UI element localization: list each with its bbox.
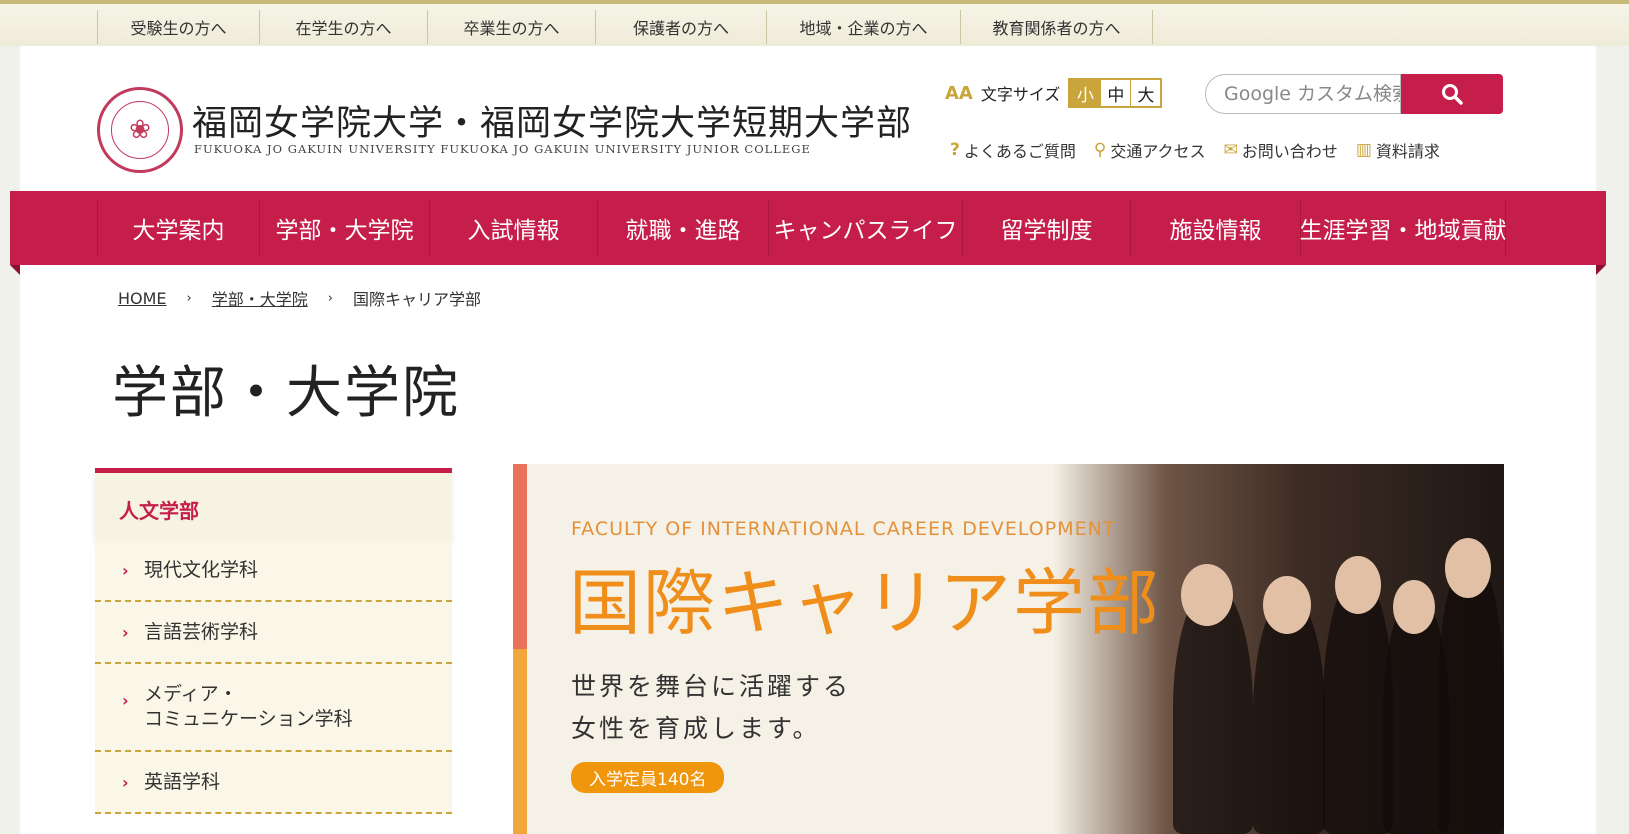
sidebar-item-label: 現代文化学科: [144, 558, 259, 581]
chevron-right-icon: ›: [122, 560, 129, 580]
chevron-right-icon: ›: [186, 290, 192, 306]
site-subtitle: FUKUOKA JO GAKUIN UNIVERSITY FUKUOKA JO …: [194, 142, 811, 156]
site-search: [1205, 74, 1507, 114]
font-size-small-button[interactable]: 小: [1070, 80, 1101, 106]
audience-bar: 受験生の方へ 在学生の方へ 卒業生の方へ 保護者の方へ 地域・企業の方へ 教育関…: [0, 0, 1629, 46]
faq-link[interactable]: ? よくあるご質問: [950, 138, 1076, 162]
nav-item-study-abroad[interactable]: 留学制度: [962, 200, 1130, 256]
audience-link-label: 在学生の方へ: [295, 19, 392, 38]
chevron-right-icon: ›: [122, 622, 129, 642]
audience-link-label: 卒業生の方へ: [463, 19, 560, 38]
search-input[interactable]: [1205, 74, 1401, 114]
sidebar-item-language-arts[interactable]: › 言語芸術学科: [95, 602, 452, 664]
faculty-lead-text: 世界を舞台に活躍する 女性を育成します。: [571, 666, 851, 750]
nav-item-label: 入試情報: [467, 218, 560, 244]
nav-item-campus-life[interactable]: キャンパスライフ: [768, 200, 962, 256]
audience-link-community[interactable]: 地域・企業の方へ: [766, 10, 960, 44]
audience-link-educators[interactable]: 教育関係者の方へ: [960, 10, 1153, 44]
sidebar-heading[interactable]: 人文学部: [95, 468, 452, 540]
nav-item-about[interactable]: 大学案内: [97, 200, 259, 256]
contact-link[interactable]: ✉ お問い合わせ: [1224, 138, 1338, 162]
faculty-hero-banner: FACULTY OF INTERNATIONAL CAREER DEVELOPM…: [513, 464, 1504, 834]
audience-nav: 受験生の方へ 在学生の方へ 卒業生の方へ 保護者の方へ 地域・企業の方へ 教育関…: [97, 10, 1153, 44]
font-size-icon: AA: [945, 82, 973, 104]
question-icon: ?: [950, 140, 960, 160]
brochure-link[interactable]: ▥ 資料請求: [1356, 138, 1440, 162]
book-icon: ▥: [1355, 140, 1372, 160]
font-size-label: 文字サイズ: [980, 85, 1061, 104]
chevron-right-icon: ›: [122, 691, 129, 710]
sidebar-item-english[interactable]: › 英語学科: [95, 752, 452, 814]
audience-link-parents[interactable]: 保護者の方へ: [595, 10, 766, 44]
audience-link-applicants[interactable]: 受験生の方へ: [97, 10, 259, 44]
faq-link-label: よくあるご質問: [963, 142, 1076, 161]
contact-link-label: お問い合わせ: [1241, 142, 1338, 161]
quick-links: ? よくあるご質問 ⚲ 交通アクセス ✉ お問い合わせ ▥ 資料請求: [950, 138, 1440, 162]
audience-link-label: 受験生の方へ: [130, 19, 227, 38]
font-size-large-button[interactable]: 大: [1130, 80, 1160, 106]
nav-fold-left: [10, 265, 20, 275]
site-title[interactable]: 福岡女学院大学・福岡女学院大学短期大学部: [192, 95, 912, 146]
lead-line: 女性を育成します。: [571, 714, 821, 743]
chevron-right-icon: ›: [327, 290, 333, 306]
audience-link-alumni[interactable]: 卒業生の方へ: [427, 10, 595, 44]
sidebar-item-label: 言語芸術学科: [144, 620, 259, 643]
audience-link-label: 教育関係者の方へ: [992, 19, 1121, 38]
nav-item-label: 留学制度: [1000, 218, 1093, 244]
brochure-link-label: 資料請求: [1375, 142, 1440, 161]
faculty-english-title: FACULTY OF INTERNATIONAL CAREER DEVELOPM…: [571, 518, 1116, 540]
audience-link-label: 地域・企業の方へ: [799, 19, 928, 38]
chevron-right-icon: ›: [122, 772, 129, 792]
page-title: 学部・大学院: [112, 361, 460, 426]
breadcrumb-home-link[interactable]: HOME: [118, 289, 167, 308]
audience-link-students[interactable]: 在学生の方へ: [259, 10, 427, 44]
faculty-japanese-title: 国際キャリア学部: [569, 561, 1162, 645]
audience-link-label: 保護者の方へ: [632, 19, 729, 38]
nav-item-label: キャンパスライフ: [773, 218, 958, 244]
university-seal-logo[interactable]: ❀: [97, 87, 183, 173]
font-size-switcher: AA 文字サイズ 小 中 大: [945, 78, 1163, 108]
nav-item-facilities[interactable]: 施設情報: [1130, 200, 1300, 256]
search-button[interactable]: [1401, 74, 1503, 114]
students-photo: [1053, 464, 1504, 834]
sidebar-item-contemporary-culture[interactable]: › 現代文化学科: [95, 540, 452, 602]
nav-item-lifelong-learning[interactable]: 生涯学習・地域貢献: [1299, 200, 1507, 256]
nav-item-label: 施設情報: [1169, 218, 1262, 244]
access-link[interactable]: ⚲ 交通アクセス: [1094, 138, 1206, 162]
sidebar-item-media-communication[interactable]: › メディア・ コミュニケーション学科: [95, 664, 452, 752]
nav-fold-right: [1596, 265, 1606, 275]
breadcrumb: HOME › 学部・大学院 › 国際キャリア学部: [118, 286, 481, 310]
main-nav: 大学案内 学部・大学院 入試情報 就職・進路 キャンパスライフ 留学制度 施設情…: [10, 191, 1606, 265]
nav-item-label: 大学案内: [132, 218, 225, 244]
nav-item-faculties[interactable]: 学部・大学院: [259, 200, 429, 256]
nav-item-admissions[interactable]: 入試情報: [429, 200, 597, 256]
sidebar-menu: 人文学部 › 現代文化学科 › 言語芸術学科 › メディア・ コミュニケーション…: [95, 468, 452, 814]
breadcrumb-current: 国際キャリア学部: [352, 290, 481, 309]
map-pin-icon: ⚲: [1093, 140, 1107, 160]
nav-item-label: 就職・進路: [625, 218, 741, 244]
sidebar-item-label: 英語学科: [144, 770, 221, 793]
capacity-badge: 入学定員140名: [571, 762, 725, 793]
nav-item-label: 生涯学習・地域貢献: [1299, 218, 1507, 244]
sidebar-item-label: メディア・ コミュニケーション学科: [144, 683, 353, 730]
nav-item-careers[interactable]: 就職・進路: [597, 200, 768, 256]
access-link-label: 交通アクセス: [1110, 142, 1206, 161]
breadcrumb-section-link[interactable]: 学部・大学院: [212, 286, 308, 310]
nav-item-label: 学部・大学院: [275, 218, 414, 244]
mail-icon: ✉: [1223, 140, 1238, 160]
accent-bar: [513, 649, 527, 834]
seal-emblem-icon: ❀: [111, 101, 169, 159]
accent-bar: [513, 464, 527, 649]
font-size-medium-button[interactable]: 中: [1100, 80, 1130, 106]
search-icon: [1442, 84, 1463, 105]
lead-line: 世界を舞台に活躍する: [571, 672, 852, 701]
font-size-options: 小 中 大: [1068, 78, 1163, 108]
